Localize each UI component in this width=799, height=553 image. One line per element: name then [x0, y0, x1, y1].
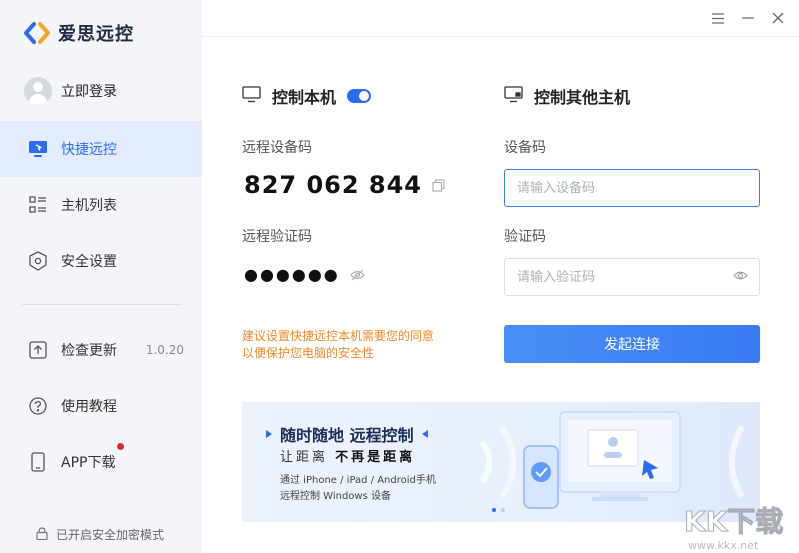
encrypt-status: 已开启安全加密模式: [36, 526, 164, 543]
shield-icon: [28, 251, 48, 271]
avatar: [24, 77, 52, 105]
security-notice: 建议设置快捷远控本机需要您的同意 以便保护您电脑的安全性: [242, 328, 472, 362]
banner-pager: [492, 508, 510, 512]
watermark-logo: KK下载 www.kkx.net: [684, 505, 784, 553]
sidebar-item-app-download[interactable]: APP下载: [0, 434, 202, 490]
remote-device-code-label: 设备码: [504, 140, 546, 156]
notice-line: 以便保护您电脑的安全性: [242, 346, 375, 360]
menu-button[interactable]: [709, 9, 727, 27]
minimize-button[interactable]: [739, 9, 757, 27]
copy-icon: [432, 178, 445, 192]
sidebar-item-check-update[interactable]: 检查更新 1.0.20: [0, 322, 202, 378]
device-code-value: 827 062 844: [244, 171, 423, 199]
phone-icon: [28, 452, 48, 472]
eye-icon: [733, 271, 748, 280]
sidebar-item-label: APP下载: [61, 455, 116, 471]
login-label: 立即登录: [61, 84, 117, 100]
banner-desc-line: 远程控制 Windows 设备: [280, 491, 391, 502]
pager-dot-active[interactable]: [492, 508, 496, 512]
banner-subtitle-prefix: 让距离: [280, 450, 329, 465]
pager-dot[interactable]: [501, 508, 505, 512]
allow-control-toggle[interactable]: [347, 89, 372, 103]
login-button[interactable]: 立即登录: [24, 77, 117, 105]
device-code-input[interactable]: [504, 169, 760, 207]
banner-description: 通过 iPhone / iPad / Android手机 远程控制 Window…: [280, 473, 436, 505]
sidebar-item-label: 检查更新: [61, 343, 117, 359]
sidebar-item-tutorial[interactable]: 使用教程: [0, 378, 202, 434]
monitor-icon: [242, 85, 261, 107]
banner-title: 随时随地 远程控制: [266, 422, 428, 446]
verify-code-input[interactable]: [504, 258, 760, 296]
remote-control-title: 控制其他主机: [504, 84, 630, 108]
upload-icon: [28, 340, 48, 360]
remote-control-title-text: 控制其他主机: [534, 88, 631, 107]
local-control-title: 控制本机: [242, 84, 372, 108]
encrypt-label: 已开启安全加密模式: [56, 528, 165, 542]
verify-code-label: 远程验证码: [242, 229, 312, 245]
device-code: 827 062 844: [244, 171, 445, 199]
device-code-label: 远程设备码: [242, 140, 312, 156]
toggle-verify-visibility[interactable]: [733, 270, 748, 281]
monitor-cursor-icon: [28, 139, 48, 159]
app-logo: 爱思远控: [24, 20, 134, 46]
logo-icon: [24, 22, 50, 44]
remote-verify-code-label: 验证码: [504, 229, 546, 245]
sidebar-item-label: 快捷远控: [61, 142, 117, 158]
verify-code: ●●●●●●: [244, 265, 365, 284]
svg-text:KK下载: KK下载: [684, 505, 783, 538]
triangle-left-icon: [421, 430, 428, 438]
banner-subtitle-bold: 不再是距离: [335, 450, 416, 465]
banner-desc-line: 通过 iPhone / iPad / Android手机: [280, 475, 436, 486]
menu-icon: [712, 12, 724, 24]
help-circle-icon: [28, 396, 48, 416]
minimize-icon: [742, 17, 754, 19]
lock-icon: [36, 526, 48, 543]
triangle-right-icon: [266, 430, 272, 438]
banner-title-text: 随时随地 远程控制: [280, 426, 414, 445]
version-label: 1.0.20: [145, 343, 184, 357]
local-control-title-text: 控制本机: [272, 88, 337, 107]
svg-text:www.kkx.net: www.kkx.net: [688, 539, 759, 552]
title-bar: [202, 0, 799, 37]
sidebar-item-label: 主机列表: [61, 198, 117, 214]
sidebar-item-label: 安全设置: [61, 254, 117, 270]
close-button[interactable]: [769, 9, 787, 27]
connect-button[interactable]: 发起连接: [504, 325, 760, 363]
monitor-remote-icon: [504, 85, 523, 107]
copy-button[interactable]: [432, 178, 445, 192]
banner-subtitle: 让距离 不再是距离: [280, 446, 415, 465]
show-password-button[interactable]: [350, 269, 365, 281]
sidebar-divider: [22, 304, 182, 305]
sidebar-item-quick-control[interactable]: 快捷远控: [0, 121, 202, 177]
sidebar-item-host-list[interactable]: 主机列表: [0, 177, 202, 233]
sidebar-item-label: 使用教程: [61, 399, 117, 415]
notification-badge: [117, 443, 124, 450]
close-icon: [772, 12, 784, 24]
sidebar: 爱思远控 立即登录 快捷远控 主机列表 安全设置 检查更新 1.0.20 使用教…: [0, 0, 202, 553]
app-name: 爱思远控: [58, 24, 134, 45]
verify-code-masked: ●●●●●●: [244, 265, 340, 284]
eye-off-icon: [350, 269, 365, 280]
notice-line: 建议设置快捷远控本机需要您的同意: [242, 329, 435, 343]
sidebar-item-security[interactable]: 安全设置: [0, 233, 202, 289]
list-icon: [28, 195, 48, 215]
